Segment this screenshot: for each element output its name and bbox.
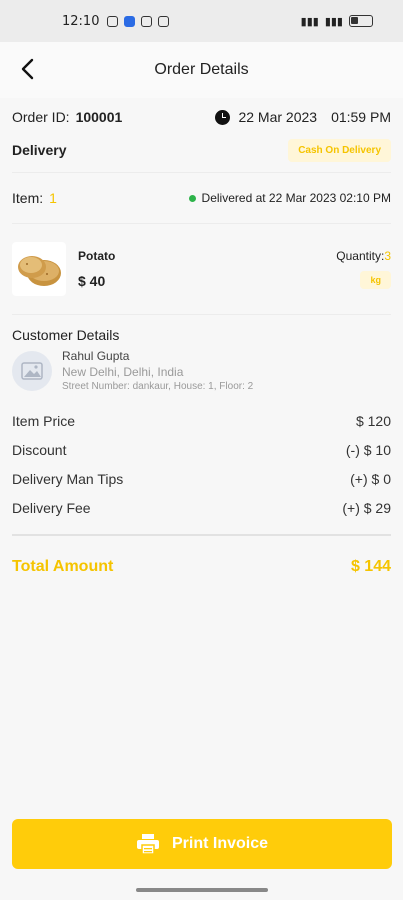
order-date-value: 22 Mar 2023 (238, 109, 318, 125)
price-row-item-price: Item Price $ 120 (12, 406, 391, 435)
quantity-label: Quantity: (336, 249, 385, 263)
order-id-row: Order ID: 100001 22 Mar 2023 01:59 PM (12, 98, 391, 136)
price-row-tips: Delivery Man Tips (+) $ 0 (12, 464, 391, 493)
price-row-delivery-fee: Delivery Fee (+) $ 29 (12, 493, 391, 522)
printer-icon (136, 834, 159, 855)
price-breakdown: Item Price $ 120 Discount (-) $ 10 Deliv… (12, 406, 391, 522)
price-row-discount: Discount (-) $ 10 (12, 435, 391, 464)
price-label: Delivery Man Tips (12, 470, 124, 487)
instagram-icon (158, 15, 170, 27)
payment-badge: Cash On Delivery (288, 138, 391, 162)
clock-icon (215, 109, 231, 125)
app-notification-icon (124, 15, 136, 27)
home-indicator[interactable] (136, 888, 268, 892)
product-image (12, 242, 66, 296)
order-content: Order ID: 100001 22 Mar 2023 01:59 PM Del… (0, 98, 403, 598)
item-label: Item: (12, 190, 44, 206)
whatsapp-icon (107, 15, 119, 27)
total-label: Total Amount (12, 558, 114, 575)
delivered-text: Delivered at 22 Mar 2023 02:10 PM (201, 191, 391, 205)
page-title: Order Details (154, 61, 249, 78)
price-value: (+) $ 0 (350, 470, 391, 487)
price-label: Discount (12, 441, 67, 458)
chevron-left-icon (21, 58, 34, 80)
price-value: $ 120 (355, 412, 391, 429)
total-row: Total Amount $ 144 (12, 536, 391, 598)
print-invoice-button[interactable]: Print Invoice (12, 819, 392, 869)
customer-card: Rahul Gupta New Delhi, Delhi, India Stre… (12, 349, 391, 392)
print-invoice-label: Print Invoice (171, 835, 269, 852)
status-time: 12:10 (62, 13, 100, 29)
customer-name: Rahul Gupta (62, 349, 130, 363)
quantity-value: 3 (384, 249, 391, 263)
total-value: $ 144 (350, 558, 391, 575)
product-item: Potato $ 40 Quantity:3 kg (12, 224, 391, 314)
customer-address: New Delhi, Delhi, India (62, 365, 184, 379)
price-label: Delivery Fee (12, 499, 91, 516)
wifi-icon: ▮▮▮ (324, 15, 343, 28)
customer-section-title: Customer Details (12, 327, 120, 343)
status-dot-icon (188, 194, 196, 202)
image-placeholder-icon (21, 361, 43, 380)
order-id-label: Order ID: (12, 109, 70, 125)
delivery-status: Delivered at 22 Mar 2023 02:10 PM (188, 191, 391, 205)
back-button[interactable] (14, 56, 40, 82)
potato-image (18, 256, 61, 286)
quantity-text: Quantity:3 (336, 249, 391, 263)
app-bar: Order Details (0, 42, 403, 98)
delivery-row: Delivery Cash On Delivery (12, 136, 391, 164)
notification-icons (107, 15, 170, 27)
product-price: $ 40 (78, 273, 106, 289)
order-date: 22 Mar 2023 01:59 PM (215, 109, 391, 125)
signal-icon: ▮▮▮ (300, 15, 319, 28)
customer-street: Street Number: dankaur, House: 1, Floor:… (62, 381, 254, 392)
product-name: Potato (78, 249, 116, 263)
item-count: 1 (49, 190, 57, 206)
divider (12, 314, 391, 315)
price-value: (-) $ 10 (345, 441, 391, 458)
order-time-value: 01:59 PM (331, 109, 391, 125)
gallery-icon (141, 15, 153, 27)
price-value: (+) $ 29 (342, 499, 391, 516)
system-icons: ▮▮▮ ▮▮▮ (301, 15, 373, 28)
order-id-value: 100001 (75, 109, 123, 125)
order-type: Delivery (12, 142, 67, 158)
unit-badge: kg (360, 271, 391, 289)
status-bar: 12:10 ▮▮▮ ▮▮▮ (0, 0, 403, 42)
items-summary-row: Item: 1 Delivered at 22 Mar 2023 02:10 PM (12, 173, 391, 223)
avatar (12, 350, 52, 391)
price-label: Item Price (12, 412, 76, 429)
battery-icon (349, 15, 373, 27)
